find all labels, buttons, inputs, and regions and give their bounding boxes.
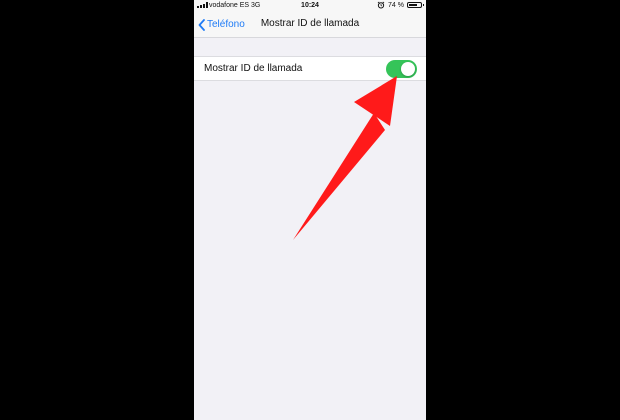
screenshot-stage: vodafone ES 3G 10:24 74 % Teléfono Mostr…: [0, 0, 620, 420]
caller-id-row: Mostrar ID de llamada: [194, 56, 426, 81]
caller-id-toggle[interactable]: [386, 60, 417, 78]
status-bar: vodafone ES 3G 10:24 74 %: [194, 0, 426, 12]
page-title: Mostrar ID de llamada: [260, 18, 360, 29]
toggle-knob: [401, 62, 415, 76]
battery-cap: [423, 4, 424, 6]
caller-id-label: Mostrar ID de llamada: [204, 63, 303, 74]
battery-fill: [409, 4, 417, 6]
alarm-icon: [377, 1, 385, 9]
battery-icon: [407, 2, 424, 8]
navigation-bar: Teléfono Mostrar ID de llamada: [194, 12, 426, 38]
phone-screen: vodafone ES 3G 10:24 74 % Teléfono Mostr…: [194, 0, 426, 420]
status-right-group: 74 %: [377, 1, 424, 9]
battery-percent: 74 %: [388, 1, 404, 9]
